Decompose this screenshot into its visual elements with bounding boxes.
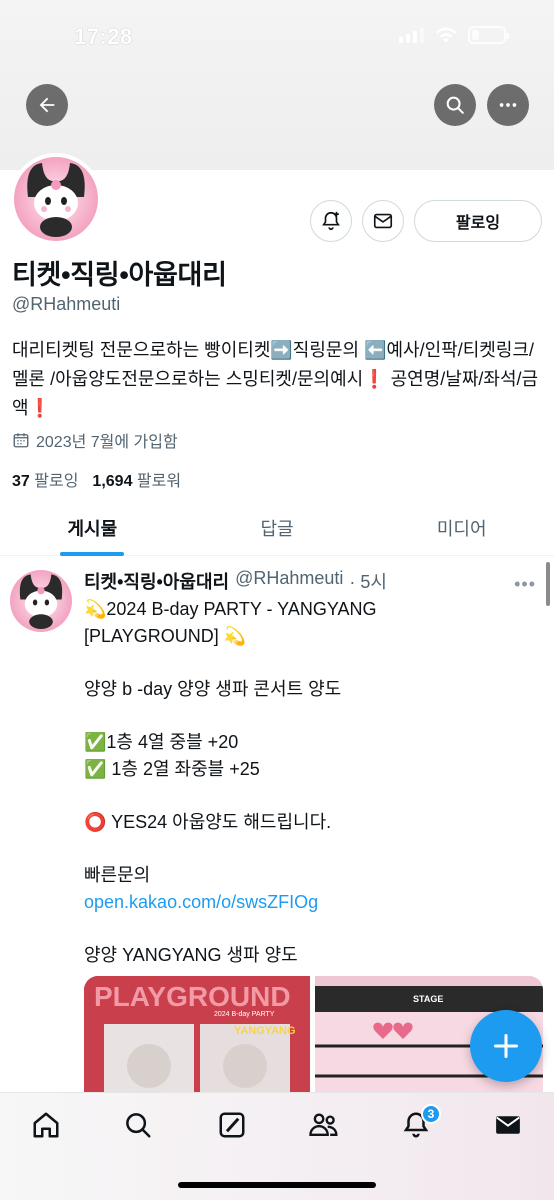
grok-icon — [219, 1112, 245, 1138]
mail-icon — [496, 1116, 520, 1134]
more-horizontal-icon — [499, 103, 517, 107]
profile-bio: 대리티켓팅 전문으로하는 빵이티켓➡️직링문의 ⬅️예사/인팍/티켓링크/멜론 … — [12, 340, 539, 418]
profile-display-name: 티켓•직링•아웁대리 — [12, 260, 227, 290]
people-icon — [309, 1113, 338, 1137]
home-indicator[interactable] — [178, 1182, 376, 1188]
join-date: 2023년 7월에 가입함 — [12, 428, 178, 452]
back-button[interactable] — [26, 84, 68, 126]
scrollbar[interactable] — [546, 562, 550, 606]
tweet-author-name[interactable]: 티켓•직링•아웁대리 — [84, 568, 229, 594]
following-stat[interactable]: 37 팔로잉 — [12, 467, 78, 491]
stage-label: STAGE — [413, 994, 443, 1004]
tweet-media-poster[interactable]: PLAYGROUND 2024 B-day PARTY YANGYANG — [84, 976, 310, 1106]
tweet-avatar[interactable] — [10, 570, 72, 632]
home-icon — [33, 1112, 59, 1138]
profile-handle: @RHahmeuti — [12, 294, 121, 314]
status-time: 17:28 — [74, 24, 133, 49]
kuromi-avatar-image — [27, 163, 85, 237]
kuromi-avatar-image — [19, 574, 63, 630]
tweet-text: 💫2024 B-day PARTY - YANGYANG [PLAYGROUND… — [84, 596, 534, 969]
arrow-left-icon — [39, 97, 55, 113]
cellular-signal-icon — [399, 27, 424, 43]
profile-avatar[interactable] — [10, 153, 102, 245]
bell-plus-icon — [322, 211, 340, 231]
tab-media[interactable]: 미디어 — [369, 500, 554, 555]
followers-stat[interactable]: 1,694 팔로워 — [92, 467, 181, 491]
status-icons — [399, 26, 509, 44]
tweet-line: ✅1층 4열 중블 +20 — [84, 732, 239, 752]
notification-badge: 3 — [421, 1104, 441, 1124]
tab-replies[interactable]: 답글 — [185, 500, 370, 555]
battery-icon — [468, 26, 509, 44]
notify-button[interactable] — [310, 200, 352, 242]
poster-image: PLAYGROUND 2024 B-day PARTY YANGYANG — [84, 976, 310, 1106]
join-date-text: 2023년 7월에 가입함 — [36, 434, 178, 451]
more-button[interactable] — [487, 84, 529, 126]
tweet-time: · 5시 — [349, 572, 387, 592]
nav-home[interactable] — [28, 1107, 64, 1143]
tweet-line: 양양 b -day 양양 생파 콘서트 양도 — [84, 679, 342, 699]
search-icon — [126, 1113, 151, 1138]
tweet-more-icon[interactable]: ••• — [514, 574, 536, 595]
poster-subtitle-2: YANGYANG — [234, 1025, 296, 1037]
search-button[interactable] — [434, 84, 476, 126]
plus-icon — [493, 1033, 519, 1059]
poster-subtitle: 2024 B-day PARTY — [214, 1011, 275, 1018]
tweet-author-handle[interactable]: @RHahmeuti — [235, 568, 343, 594]
nav-grok[interactable] — [214, 1107, 250, 1143]
tweet-header: 티켓•직링•아웁대리 @RHahmeuti · 5시 — [84, 568, 387, 594]
nav-communities[interactable] — [306, 1107, 342, 1143]
compose-button[interactable] — [470, 1010, 542, 1082]
tweet-line: ✅ 1층 2열 좌중블 +25 — [84, 759, 260, 779]
tweet-line: 빠른문의 — [84, 865, 151, 885]
tweet-line: ⭕ YES24 아웁양도 해드립니다. — [84, 812, 332, 832]
profile-tabs: 게시물 답글 미디어 — [0, 500, 554, 556]
tweet-line: 💫2024 B-day PARTY - YANGYANG — [84, 599, 377, 619]
tab-posts[interactable]: 게시물 — [0, 500, 185, 555]
mail-icon — [373, 213, 393, 229]
message-button[interactable] — [362, 200, 404, 242]
tweet-line: 양양 YANGYANG 생파 양도 — [84, 945, 298, 965]
nav-messages[interactable] — [490, 1107, 526, 1143]
calendar-icon — [13, 433, 29, 448]
search-icon — [446, 96, 464, 114]
nav-search[interactable] — [120, 1107, 156, 1143]
following-button[interactable]: 팔로잉 — [414, 200, 542, 242]
tweet-link[interactable]: open.kakao.com/o/swsZFIOg — [84, 889, 534, 916]
poster-title: PLAYGROUND — [94, 981, 291, 1012]
follow-stats: 37 팔로잉 1,694 팔로워 — [12, 467, 181, 491]
wifi-icon — [435, 27, 457, 43]
tweet-line: [PLAYGROUND] 💫 — [84, 626, 247, 646]
